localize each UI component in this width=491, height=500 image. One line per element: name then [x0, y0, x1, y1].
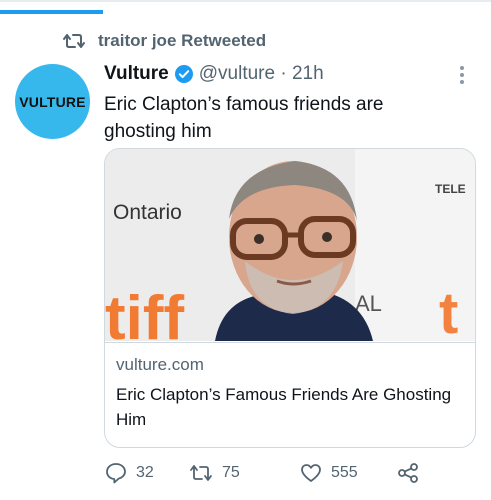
tweet-actions: 32 75 555	[104, 461, 444, 487]
reply-button[interactable]: 32	[104, 461, 154, 485]
retweet-context[interactable]: traitor joe Retweeted	[62, 31, 266, 51]
card-photo: Ontario tiff TELE t AL	[105, 149, 475, 341]
retweet-label: traitor joe Retweeted	[98, 31, 267, 50]
retweet-icon	[63, 34, 85, 48]
card-domain: vulture.com	[116, 355, 204, 374]
share-button[interactable]	[396, 461, 428, 485]
reply-icon	[106, 463, 126, 484]
top-divider	[0, 0, 491, 2]
retweet-icon	[190, 465, 212, 481]
handle-and-timestamp[interactable]: @vulture · 21h	[199, 63, 324, 85]
link-card[interactable]: Ontario tiff TELE t AL vulture.com Eric …	[104, 148, 476, 448]
retweet-count: 75	[222, 464, 240, 481]
like-button[interactable]: 555	[299, 461, 358, 485]
more-options-icon[interactable]	[457, 64, 467, 86]
avatar[interactable]: VULTURE	[15, 64, 90, 139]
card-title: Eric Clapton’s Famous Friends Are Ghosti…	[116, 385, 452, 429]
active-tab-indicator	[0, 10, 103, 14]
svg-text:t: t	[439, 281, 458, 341]
ontario-banner-text: Ontario	[113, 201, 182, 224]
verified-badge-icon	[174, 65, 193, 83]
tel-banner-text: TELE	[435, 182, 466, 196]
share-icon	[398, 463, 418, 483]
reply-count: 32	[136, 464, 154, 481]
retweet-button[interactable]: 75	[188, 461, 240, 485]
like-count: 555	[331, 464, 358, 481]
card-body: vulture.com Eric Clapton’s Famous Friend…	[105, 342, 475, 432]
avatar-logo-text: VULTURE	[19, 93, 86, 110]
display-name[interactable]: Vulture	[104, 63, 169, 85]
tweet-text: Eric Clapton’s famous friends are ghosti…	[104, 94, 384, 142]
card-image: Ontario tiff TELE t AL	[105, 149, 475, 341]
tweet-header: Vulture @vulture · 21h	[104, 63, 324, 85]
tiff-logo-text: tiff	[105, 284, 185, 341]
heart-icon	[301, 464, 321, 482]
